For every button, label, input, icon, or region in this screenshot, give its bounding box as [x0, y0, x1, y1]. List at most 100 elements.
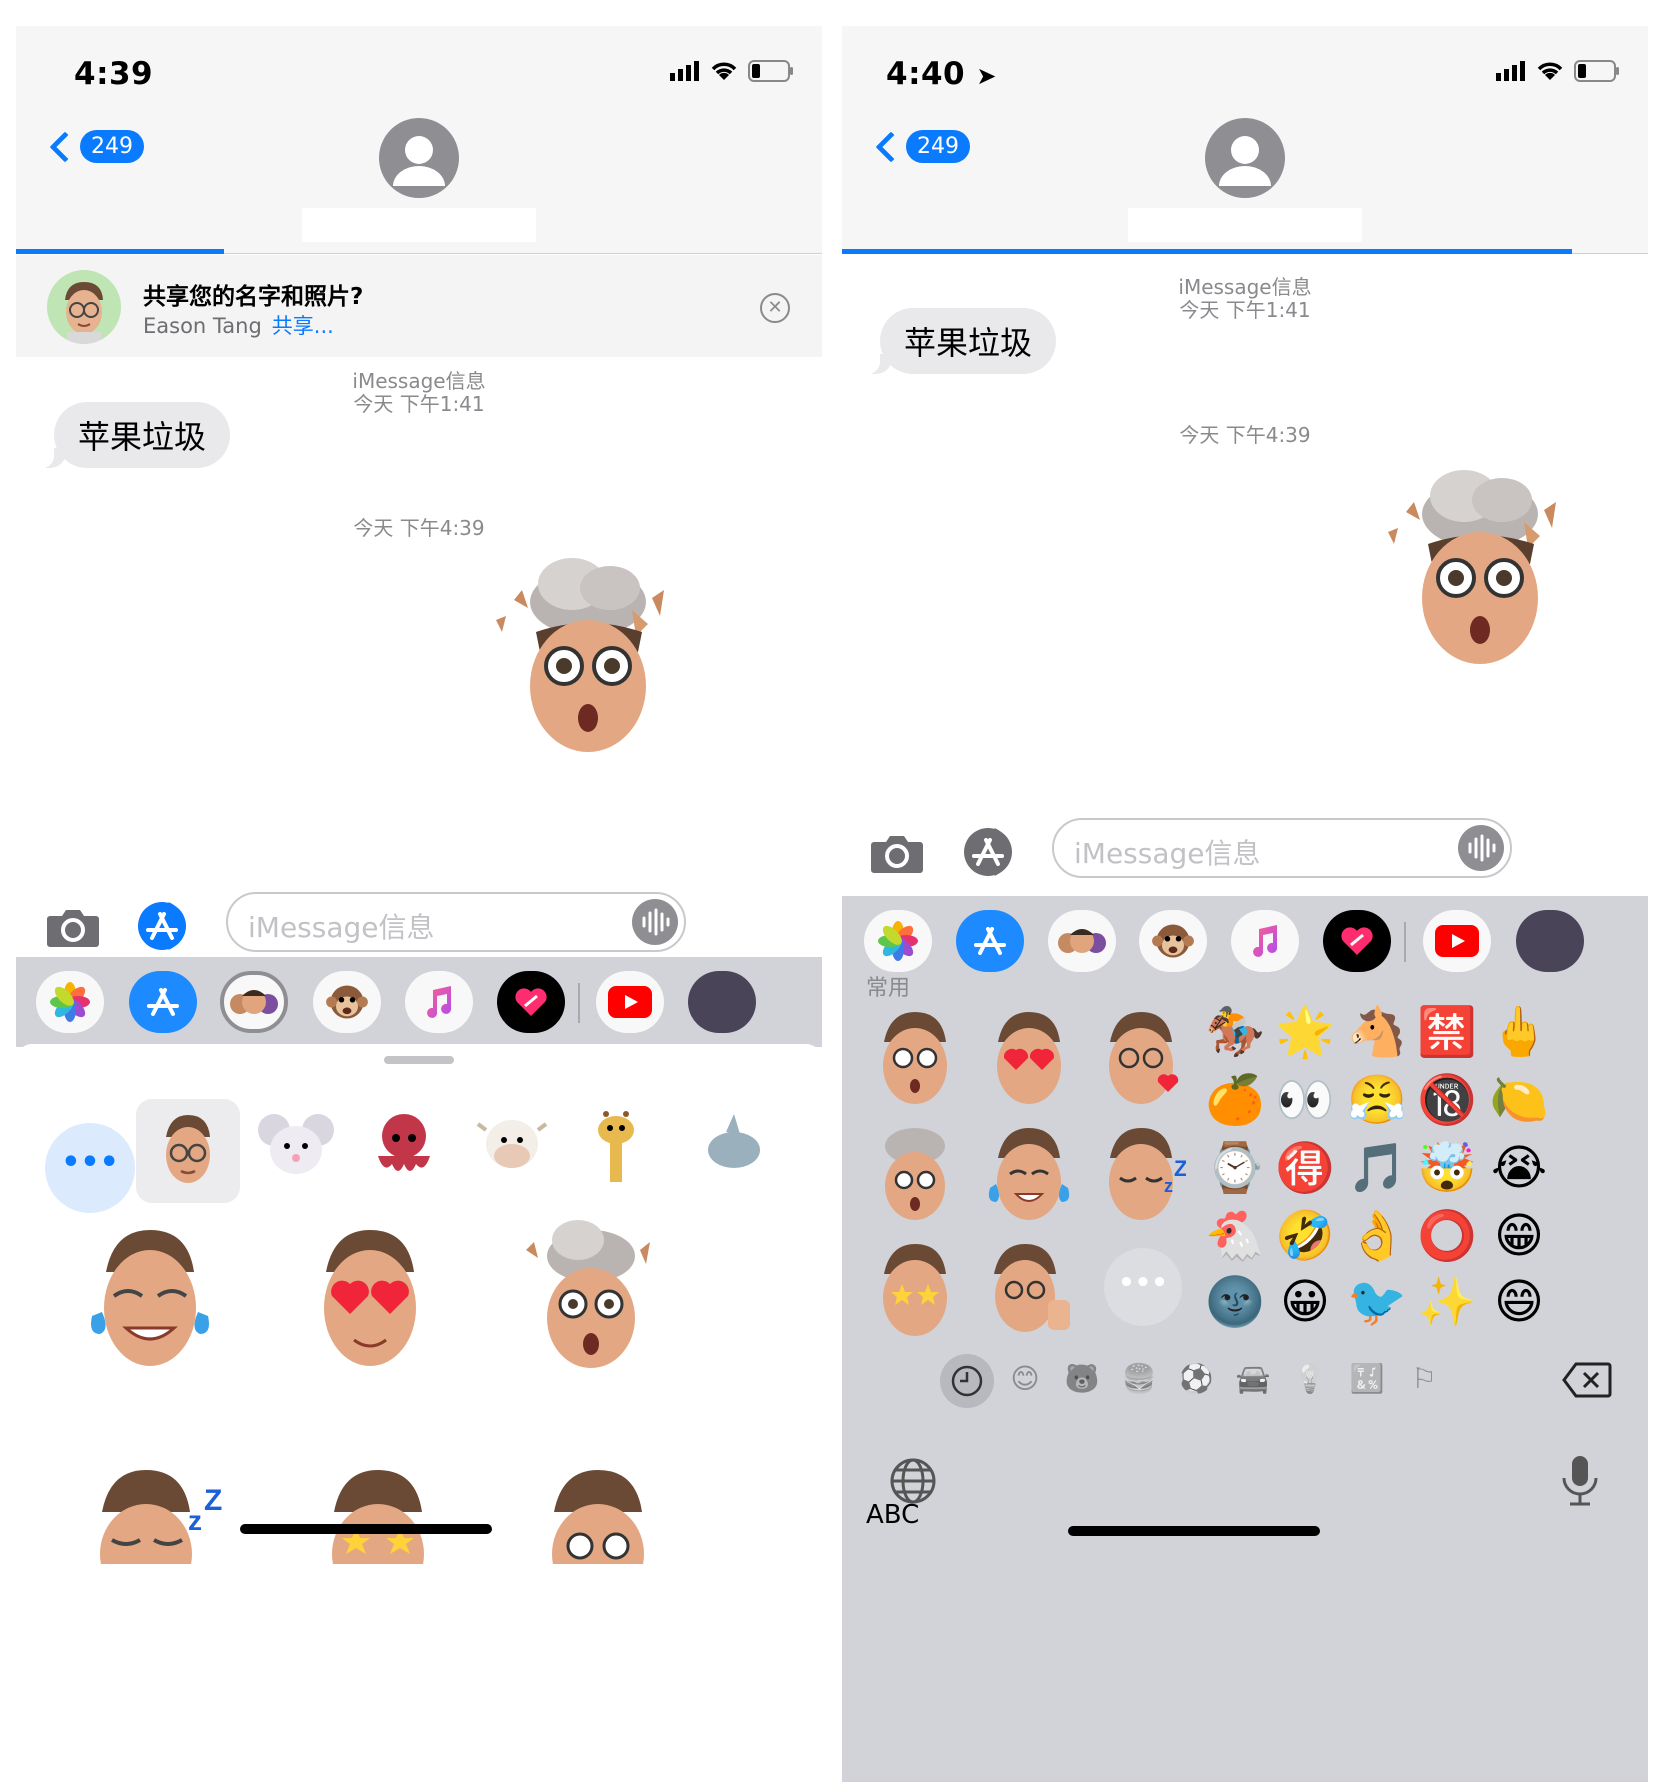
app-store-drawer-icon[interactable] — [129, 971, 197, 1033]
octopus-animoji-tab[interactable] — [364, 1104, 444, 1188]
music-app-icon[interactable] — [405, 971, 473, 1033]
emoji-category-tab[interactable]: 😊 — [1000, 1362, 1050, 1395]
emoji-key[interactable]: 🐔 — [1200, 1206, 1270, 1266]
emoji-key[interactable]: ⌚ — [1200, 1138, 1270, 1198]
more-options-button[interactable]: ••• — [45, 1123, 135, 1213]
emoji-key[interactable]: 🖕 — [1484, 1002, 1554, 1062]
digital-touch-heart-icon[interactable] — [1323, 910, 1391, 972]
keyboard-memoji-star-struck[interactable] — [870, 1238, 960, 1342]
emoji-category-tab[interactable]: ⚽ — [1171, 1362, 1221, 1395]
memoji-stickers-app-icon[interactable] — [1048, 910, 1116, 972]
memoji-sticker-tears-of-joy[interactable] — [84, 1224, 214, 1378]
home-indicator[interactable] — [1068, 1526, 1320, 1536]
extension-app-icon[interactable] — [1516, 910, 1584, 972]
emoji-key[interactable]: 🐴 — [1342, 1002, 1412, 1062]
contact-avatar[interactable] — [379, 118, 459, 198]
back-button[interactable]: 249 — [49, 130, 144, 163]
emoji-key[interactable]: 🍊 — [1200, 1070, 1270, 1130]
youtube-app-icon[interactable] — [1423, 910, 1491, 972]
photos-app-icon[interactable] — [36, 971, 104, 1033]
incoming-message-bubble[interactable]: 苹果垃圾 — [867, 308, 1057, 374]
emoji-category-tab[interactable]: 🍔 — [1114, 1362, 1164, 1395]
app-store-icon[interactable] — [960, 826, 1020, 878]
delete-key[interactable] — [1562, 1362, 1612, 1398]
selected-memoji-tab[interactable] — [136, 1099, 240, 1203]
clock-icon — [951, 1365, 983, 1397]
contact-avatar[interactable] — [1205, 118, 1285, 198]
emoji-key[interactable]: 👀 — [1270, 1070, 1340, 1130]
panel-grabber[interactable] — [384, 1056, 454, 1064]
keyboard-memoji-heart-eyes[interactable] — [984, 1006, 1074, 1110]
mouse-animoji-tab[interactable] — [256, 1104, 336, 1188]
emoji-key[interactable]: 🍋 — [1484, 1070, 1554, 1130]
emoji-key[interactable]: 😄 — [1484, 1272, 1554, 1332]
emoji-key[interactable]: 😀 — [1270, 1272, 1340, 1332]
share-link[interactable]: 共享... — [272, 314, 334, 338]
digital-touch-heart-icon[interactable] — [497, 971, 565, 1033]
more-memoji-button[interactable]: ••• — [1104, 1248, 1182, 1326]
emoji-key[interactable]: 🉐 — [1270, 1138, 1340, 1198]
extension-app-icon[interactable] — [688, 971, 756, 1033]
person-icon — [1219, 136, 1271, 186]
youtube-app-icon[interactable] — [596, 971, 664, 1033]
globe-key[interactable] — [888, 1456, 938, 1510]
emoji-category-tab[interactable]: ⚐ — [1399, 1362, 1449, 1395]
recent-emoji-tab[interactable] — [940, 1354, 994, 1408]
keyboard-memoji-shocked[interactable] — [870, 1006, 960, 1110]
photos-app-icon[interactable] — [864, 910, 932, 972]
memoji-sticker-mind-blown[interactable] — [1384, 452, 1576, 666]
emoji-key[interactable]: 🤣 — [1270, 1206, 1340, 1266]
emoji-key[interactable]: 🔞 — [1412, 1070, 1482, 1130]
audio-waveform-icon[interactable] — [632, 899, 678, 945]
close-icon[interactable]: ✕ — [760, 293, 790, 323]
memoji-sticker-star-struck[interactable] — [312, 1464, 442, 1604]
incoming-message-bubble[interactable]: 苹果垃圾 — [41, 402, 231, 468]
emoji-key[interactable]: 🈲 — [1412, 1002, 1482, 1062]
emoji-key[interactable]: 🤯 — [1412, 1138, 1482, 1198]
shark-animoji-tab[interactable] — [684, 1104, 764, 1188]
emoji-key[interactable]: 👌 — [1342, 1206, 1412, 1266]
keyboard-memoji-mind-blown[interactable] — [870, 1122, 960, 1226]
cellular-signal-icon — [670, 61, 699, 81]
keyboard-memoji-tears-of-joy[interactable] — [984, 1122, 1074, 1226]
app-store-drawer-icon[interactable] — [956, 910, 1024, 972]
dictation-key[interactable] — [1560, 1454, 1600, 1512]
emoji-category-tab[interactable]: 🚘 — [1228, 1362, 1278, 1395]
camera-icon[interactable] — [46, 906, 100, 948]
home-indicator[interactable] — [240, 1524, 492, 1534]
emoji-key[interactable]: ✨ — [1412, 1272, 1482, 1332]
audio-waveform-icon[interactable] — [1458, 825, 1504, 871]
emoji-key[interactable]: 🏇 — [1200, 1002, 1270, 1062]
wifi-icon — [1537, 62, 1563, 80]
giraffe-animoji-tab[interactable] — [576, 1104, 656, 1188]
emoji-key[interactable]: ⭕ — [1412, 1206, 1482, 1266]
emoji-key[interactable]: 🌚 — [1200, 1272, 1270, 1332]
emoji-key[interactable]: 😁 — [1484, 1206, 1554, 1266]
emoji-category-tab[interactable]: 🐻 — [1057, 1362, 1107, 1395]
memoji-sticker-worried[interactable] — [532, 1464, 662, 1604]
keyboard-memoji-thumbs-up[interactable] — [984, 1238, 1074, 1342]
emoji-key[interactable]: 😤 — [1342, 1070, 1412, 1130]
app-store-icon[interactable] — [134, 900, 194, 952]
message-input[interactable]: iMessage信息 — [1052, 818, 1512, 878]
cow-animoji-tab[interactable] — [472, 1104, 552, 1188]
animoji-monkey-icon[interactable] — [1139, 910, 1207, 972]
emoji-key[interactable]: 🎵 — [1342, 1138, 1412, 1198]
memoji-sticker-mind-blown[interactable] — [492, 540, 684, 754]
emoji-category-tab[interactable]: 💡 — [1285, 1362, 1335, 1395]
keyboard-memoji-sleeping[interactable]: zZ — [1096, 1122, 1187, 1226]
music-app-icon[interactable] — [1231, 910, 1299, 972]
emoji-key[interactable]: 🌟 — [1270, 1002, 1340, 1062]
emoji-key[interactable]: 🐦 — [1342, 1272, 1412, 1332]
memoji-sticker-heart-eyes[interactable] — [304, 1224, 434, 1378]
keyboard-memoji-kiss[interactable] — [1096, 1006, 1186, 1110]
memoji-sticker-sleeping[interactable]: zZ — [92, 1464, 222, 1604]
memoji-sticker-mind-blown[interactable] — [516, 1204, 666, 1378]
emoji-category-tab[interactable]: 🔣 — [1342, 1362, 1392, 1395]
emoji-key[interactable]: 😭 — [1484, 1138, 1554, 1198]
animoji-monkey-icon[interactable] — [313, 971, 381, 1033]
back-button[interactable]: 249 — [875, 130, 970, 163]
memoji-stickers-app-icon[interactable] — [220, 971, 288, 1033]
camera-icon[interactable] — [870, 832, 924, 874]
message-input[interactable]: iMessage信息 — [226, 892, 686, 952]
